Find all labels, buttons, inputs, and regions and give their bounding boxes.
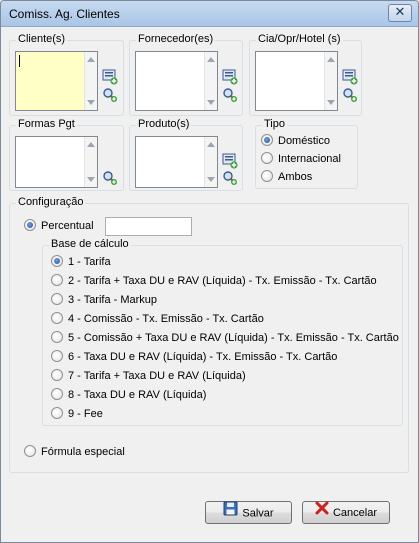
radio-base-1[interactable]: 1 - Tarifa (51, 255, 111, 269)
fornecedor-listbox[interactable] (135, 51, 218, 111)
radio-formula-especial[interactable]: Fórmula especial (24, 445, 125, 459)
search-add-icon[interactable] (102, 170, 118, 186)
group-produto: Produto(s) (129, 118, 243, 191)
group-label-clientes: Cliente(s) (16, 33, 68, 45)
radio-internacional[interactable]: Internacional (261, 152, 341, 166)
radio-percentual[interactable]: Percentual (24, 219, 94, 233)
cia-listbox[interactable] (255, 51, 338, 111)
search-add-icon[interactable] (102, 87, 118, 103)
group-label-base-calculo: Base de cálculo (49, 238, 131, 250)
radio-domestico[interactable]: Doméstico (261, 134, 330, 148)
radio-base-6[interactable]: 6 - Taxa DU e RAV (Líquida) - Tx. Emissã… (51, 350, 337, 364)
radio-base-4[interactable]: 4 - Comissão - Tx. Emissão - Tx. Cartão (51, 312, 264, 326)
title-bar[interactable]: Comiss. Ag. Clientes ✕ (1, 1, 418, 27)
group-clientes: Cliente(s) (9, 33, 124, 116)
save-button[interactable]: Salvar (205, 501, 292, 524)
group-base-calculo: Base de cálculo 1 - Tarifa 2 - Tarifa + … (42, 238, 403, 426)
cancel-x-icon (315, 501, 329, 523)
window-title: Comiss. Ag. Clientes (9, 7, 120, 21)
formas-scrollbar[interactable] (84, 137, 97, 187)
list-add-icon[interactable] (222, 69, 238, 85)
dialog-body: Cliente(s) Fornecedor(es) Cia/Opr/Hotel … (5, 28, 414, 540)
formas-listbox[interactable] (15, 136, 98, 188)
list-add-icon[interactable] (342, 69, 358, 85)
group-label-formas: Formas Pgt (16, 118, 77, 130)
save-disk-icon (223, 501, 238, 524)
radio-base-5[interactable]: 5 - Comissão + Taxa DU e RAV (Líquida) -… (51, 331, 399, 345)
clientes-listbox[interactable] (15, 51, 98, 111)
search-add-icon[interactable] (342, 87, 358, 103)
group-tipo: Tipo Doméstico Internacional Ambos (255, 118, 358, 189)
percentual-input[interactable] (105, 217, 192, 236)
radio-base-2[interactable]: 2 - Tarifa + Taxa DU e RAV (Líquida) - T… (51, 274, 377, 288)
group-formas: Formas Pgt (9, 118, 124, 191)
produto-scrollbar[interactable] (204, 137, 217, 187)
search-add-icon[interactable] (222, 170, 238, 186)
close-button[interactable]: ✕ (388, 4, 412, 22)
group-cia: Cia/Opr/Hotel (s) (249, 33, 362, 116)
radio-base-8[interactable]: 8 - Taxa DU e RAV (Líquida) (51, 388, 206, 402)
radio-base-3[interactable]: 3 - Tarifa - Markup (51, 293, 157, 307)
fornecedor-scrollbar[interactable] (204, 52, 217, 110)
list-add-icon[interactable] (102, 69, 118, 85)
group-label-tipo: Tipo (262, 118, 287, 130)
group-configuracao: Configuração Percentual Base de cálculo … (9, 196, 409, 473)
group-label-fornecedor: Fornecedor(es) (136, 33, 216, 45)
radio-ambos[interactable]: Ambos (261, 170, 312, 184)
clientes-scrollbar[interactable] (84, 52, 97, 110)
group-fornecedor: Fornecedor(es) (129, 33, 243, 116)
dialog-window: Comiss. Ag. Clientes ✕ Cliente(s) Fornec… (0, 0, 419, 543)
group-label-produto: Produto(s) (136, 118, 192, 130)
produto-listbox[interactable] (135, 136, 218, 188)
search-add-icon[interactable] (222, 87, 238, 103)
text-caret (19, 55, 20, 67)
cia-scrollbar[interactable] (324, 52, 337, 110)
group-label-cia: Cia/Opr/Hotel (s) (256, 33, 343, 45)
radio-base-7[interactable]: 7 - Tarifa + Taxa DU e RAV (Líquida) (51, 369, 246, 383)
radio-base-9[interactable]: 9 - Fee (51, 407, 103, 421)
list-add-icon[interactable] (222, 153, 238, 169)
group-label-configuracao: Configuração (16, 196, 86, 208)
cancel-button[interactable]: Cancelar (302, 501, 390, 524)
close-icon: ✕ (394, 5, 406, 20)
